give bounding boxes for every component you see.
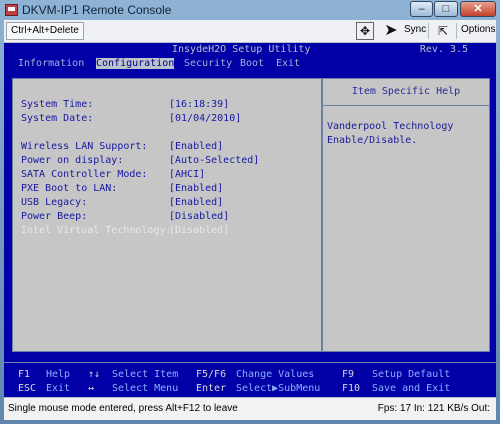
setting-value[interactable]: [16:18:39]: [169, 99, 229, 110]
setting-label-selected: Intel Virtual Technology:: [21, 225, 172, 236]
menu-configuration[interactable]: Configuration: [96, 58, 175, 69]
help-panel: Item Specific Help Vanderpool Technology…: [322, 78, 490, 352]
pointer-icon[interactable]: ⇱: [434, 22, 452, 40]
setting-value[interactable]: [AHCI]: [169, 169, 205, 180]
menu-security[interactable]: Security: [184, 58, 232, 69]
toolbar-divider: [456, 23, 457, 39]
key-exit-desc: Exit: [46, 383, 71, 394]
fps-readout: Fps: 17 In: 121 KB/s Out:: [377, 403, 490, 414]
key-f5f6: F5/F6: [196, 369, 227, 380]
bios-title-bar: InsydeH2O Setup Utility Rev. 3.5: [4, 43, 496, 57]
key-setup-default-desc: Setup Default: [372, 369, 451, 380]
ctrl-alt-delete-button[interactable]: Ctrl+Alt+Delete: [6, 22, 84, 40]
console-status-bar: Single mouse mode entered, press Alt+F12…: [4, 397, 496, 420]
setting-value[interactable]: [Disabled]: [169, 211, 229, 222]
close-button[interactable]: ✕: [460, 1, 496, 17]
key-f1: F1: [18, 369, 31, 380]
toolbar: Ctrl+Alt+Delete ✥ ➤ Sync ⇱ Options: [4, 20, 496, 43]
key-leftright: ↔: [88, 383, 95, 394]
key-f10: F10: [342, 383, 361, 394]
setting-value-selected[interactable]: [Disabled]: [169, 225, 229, 236]
sync-label[interactable]: Sync: [404, 24, 426, 35]
status-message: Single mouse mode entered, press Alt+F12…: [8, 403, 238, 414]
setting-label: USB Legacy:: [21, 197, 88, 208]
setting-label: Power Beep:: [21, 211, 88, 222]
menu-boot[interactable]: Boot: [240, 58, 264, 69]
setting-label: System Date:: [21, 113, 94, 124]
app-icon: [5, 4, 18, 16]
setting-value[interactable]: [Enabled]: [169, 183, 223, 194]
key-save-exit-desc: Save and Exit: [372, 383, 451, 394]
setting-value[interactable]: [Enabled]: [169, 141, 223, 152]
setting-value[interactable]: [01/04/2010]: [169, 113, 241, 124]
key-select-item-desc: Select Item: [112, 369, 179, 380]
setting-label: SATA Controller Mode:: [21, 169, 148, 180]
help-title: Item Specific Help: [323, 79, 489, 106]
bios-title: InsydeH2O Setup Utility: [172, 44, 311, 55]
cursor-icon[interactable]: ➤: [382, 22, 400, 40]
key-select-menu-desc: Select Menu: [112, 383, 179, 394]
bios-key-legend: F1 Help ↑↓ Select Item F5/F6 Change Valu…: [4, 362, 496, 397]
setting-value[interactable]: [Auto-Selected]: [169, 155, 259, 166]
key-esc: ESC: [18, 383, 37, 394]
remote-console-window: DKVM-IP1 Remote Console – □ ✕ Ctrl+Alt+D…: [0, 0, 500, 424]
key-change-values-desc: Change Values: [236, 369, 315, 380]
setting-label: PXE Boot to LAN:: [21, 183, 118, 194]
toolbar-divider: [428, 23, 429, 39]
bios-menu-bar: Information Configuration Security Boot …: [4, 57, 496, 71]
settings-panel: System Time: [16:18:39] System Date: [01…: [12, 78, 322, 352]
window-title: DKVM-IP1 Remote Console: [22, 3, 172, 17]
setting-value[interactable]: [Enabled]: [169, 197, 223, 208]
setting-label: System Time:: [21, 99, 94, 110]
key-help-desc: Help: [46, 369, 71, 380]
title-bar: DKVM-IP1 Remote Console – □ ✕: [0, 0, 500, 20]
key-select-submenu-desc: Select▶SubMenu: [236, 383, 321, 394]
menu-information[interactable]: Information: [18, 58, 84, 69]
key-f9: F9: [342, 369, 355, 380]
minimize-button[interactable]: –: [410, 1, 433, 17]
setting-label: Power on display:: [21, 155, 124, 166]
menu-exit[interactable]: Exit: [276, 58, 300, 69]
bios-revision: Rev. 3.5: [419, 44, 468, 55]
maximize-button[interactable]: □: [434, 1, 458, 17]
key-updown: ↑↓: [88, 369, 101, 380]
bios-screen[interactable]: InsydeH2O Setup Utility Rev. 3.5 Informa…: [4, 43, 496, 397]
key-enter: Enter: [196, 383, 227, 394]
options-label[interactable]: Options: [461, 24, 495, 35]
fullscreen-icon[interactable]: ✥: [356, 22, 374, 40]
setting-label: Wireless LAN Support:: [21, 141, 148, 152]
help-text: Vanderpool Technology Enable/Disable.: [327, 121, 454, 146]
